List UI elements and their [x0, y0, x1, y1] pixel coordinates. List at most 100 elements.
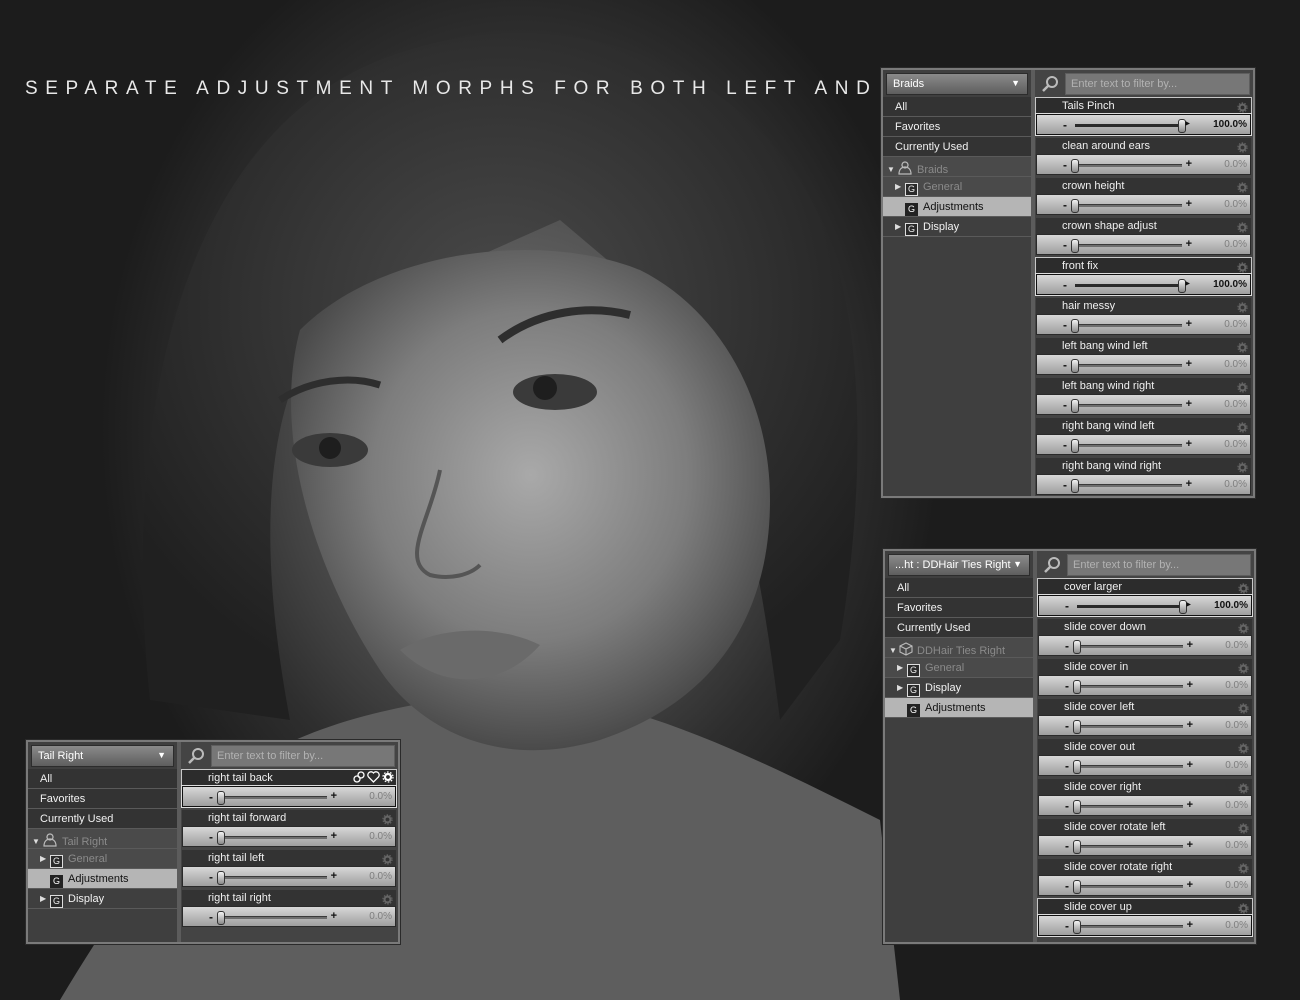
slider-knob[interactable] [1071, 359, 1079, 373]
slider-track[interactable] [1077, 600, 1187, 614]
slider-track[interactable] [1071, 359, 1182, 373]
increment-icon[interactable]: + [1186, 318, 1192, 330]
slider-track[interactable] [1073, 680, 1183, 694]
property-value[interactable]: 0.0% [352, 791, 392, 802]
gear-icon[interactable] [1238, 741, 1249, 754]
category-display[interactable]: ▶ G Display [883, 217, 1031, 237]
gear-icon[interactable] [382, 892, 393, 905]
value-slider[interactable]: - +0.0% [182, 866, 396, 887]
value-slider[interactable]: - +0.0% [1036, 154, 1251, 175]
slider-track[interactable] [1073, 840, 1183, 854]
increment-icon[interactable]: + [1186, 198, 1192, 210]
slider-knob[interactable] [1073, 640, 1081, 654]
category-node-braids[interactable]: ▼ Braids [883, 157, 1031, 177]
category-favorites[interactable]: Favorites [28, 789, 177, 809]
decrement-icon[interactable]: - [1065, 679, 1069, 693]
value-slider[interactable]: - +0.0% [182, 906, 396, 927]
property-row[interactable]: hair messy - +0.0% [1036, 298, 1251, 338]
property-value[interactable]: 100.0% [1208, 600, 1248, 611]
property-value[interactable]: 0.0% [1207, 479, 1247, 490]
category-currently-used[interactable]: Currently Used [885, 618, 1033, 638]
property-row[interactable]: front fix - ▶ 100.0% [1035, 257, 1252, 298]
increment-icon[interactable]: + [1186, 238, 1192, 250]
value-slider[interactable]: - +0.0% [1036, 194, 1251, 215]
slider-knob[interactable] [1071, 159, 1079, 173]
category-all[interactable]: All [28, 769, 177, 789]
slider-track[interactable] [1071, 439, 1182, 453]
property-row[interactable]: cover larger - ▶ 100.0% [1037, 578, 1253, 619]
slider-track[interactable] [1071, 399, 1182, 413]
value-slider[interactable]: - ▶ 100.0% [1035, 273, 1252, 296]
value-slider[interactable]: - +0.0% [1036, 234, 1251, 255]
property-row[interactable]: slide cover right - +0.0% [1038, 779, 1252, 819]
increment-icon[interactable]: + [1186, 158, 1192, 170]
filter-input[interactable]: Enter text to filter by... [211, 745, 395, 767]
increment-icon[interactable]: + [331, 910, 337, 922]
increment-icon[interactable]: + [1187, 719, 1193, 731]
slider-knob[interactable] [1071, 319, 1079, 333]
value-slider[interactable]: - +0.0% [1036, 394, 1251, 415]
gear-icon[interactable] [1238, 701, 1249, 714]
decrement-icon[interactable]: - [1063, 438, 1067, 452]
category-general[interactable]: ▶ G General [885, 658, 1033, 678]
value-slider[interactable]: - +0.0% [1036, 434, 1251, 455]
property-row[interactable]: crown shape adjust - +0.0% [1036, 218, 1251, 258]
value-slider[interactable]: - +0.0% [181, 785, 397, 808]
category-display[interactable]: ▶ G Display [885, 678, 1033, 698]
increment-icon[interactable]: + [1186, 478, 1192, 490]
increment-icon[interactable]: + [1186, 438, 1192, 450]
value-slider[interactable]: - +0.0% [1038, 875, 1252, 896]
value-slider[interactable]: - +0.0% [1036, 354, 1251, 375]
property-row[interactable]: left bang wind left - +0.0% [1036, 338, 1251, 378]
gear-icon[interactable] [382, 812, 393, 825]
slider-track[interactable] [1071, 239, 1182, 253]
property-value[interactable]: 0.0% [1208, 920, 1248, 931]
property-value[interactable]: 0.0% [352, 911, 392, 922]
increment-icon[interactable]: + [1187, 639, 1193, 651]
gear-icon[interactable] [1238, 621, 1249, 634]
category-display[interactable]: ▶ G Display [28, 889, 177, 909]
decrement-icon[interactable]: - [1065, 599, 1069, 613]
link-icon[interactable] [353, 771, 365, 783]
property-value[interactable]: 0.0% [1208, 720, 1248, 731]
decrement-icon[interactable]: - [1065, 719, 1069, 733]
increment-icon[interactable]: + [1187, 879, 1193, 891]
property-row[interactable]: slide cover rotate left - +0.0% [1038, 819, 1252, 859]
gear-icon[interactable] [1237, 420, 1248, 433]
property-value[interactable]: 0.0% [1208, 640, 1248, 651]
slider-track[interactable] [1073, 640, 1183, 654]
collapsed-triangle-icon[interactable]: ▶ [895, 222, 905, 231]
property-value[interactable]: 0.0% [1207, 159, 1247, 170]
category-favorites[interactable]: Favorites [885, 598, 1033, 618]
category-adjustments[interactable]: G Adjustments [883, 197, 1031, 217]
slider-track[interactable] [1073, 800, 1183, 814]
property-row[interactable]: slide cover rotate right - +0.0% [1038, 859, 1252, 899]
increment-icon[interactable]: + [331, 870, 337, 882]
slider-knob[interactable] [1071, 439, 1079, 453]
property-value[interactable]: 0.0% [1208, 680, 1248, 691]
collapsed-triangle-icon[interactable]: ▶ [40, 854, 50, 863]
slider-knob[interactable] [1071, 399, 1079, 413]
increment-icon[interactable]: + [1187, 759, 1193, 771]
gear-icon[interactable] [1237, 100, 1248, 113]
value-slider[interactable]: - +0.0% [1036, 314, 1251, 335]
collapsed-triangle-icon[interactable]: ▶ [897, 683, 907, 692]
decrement-icon[interactable]: - [1063, 158, 1067, 172]
property-row[interactable]: slide cover down - +0.0% [1038, 619, 1252, 659]
slider-knob[interactable] [217, 911, 225, 925]
slider-knob[interactable] [217, 791, 225, 805]
decrement-icon[interactable]: - [209, 790, 213, 804]
slider-knob[interactable] [1073, 920, 1081, 934]
property-value[interactable]: 0.0% [1208, 880, 1248, 891]
search-icon[interactable] [187, 747, 207, 765]
gear-icon[interactable] [1237, 260, 1248, 273]
category-all[interactable]: All [885, 578, 1033, 598]
slider-knob[interactable] [1073, 760, 1081, 774]
value-slider[interactable]: - +0.0% [1038, 715, 1252, 736]
node-dropdown[interactable]: ...ht : DDHair Ties Right ▼ [888, 554, 1030, 576]
property-value[interactable]: 100.0% [1207, 119, 1247, 130]
slider-track[interactable] [217, 791, 327, 805]
decrement-icon[interactable]: - [1063, 478, 1067, 492]
slider-track[interactable] [1073, 920, 1183, 934]
decrement-icon[interactable]: - [209, 830, 213, 844]
